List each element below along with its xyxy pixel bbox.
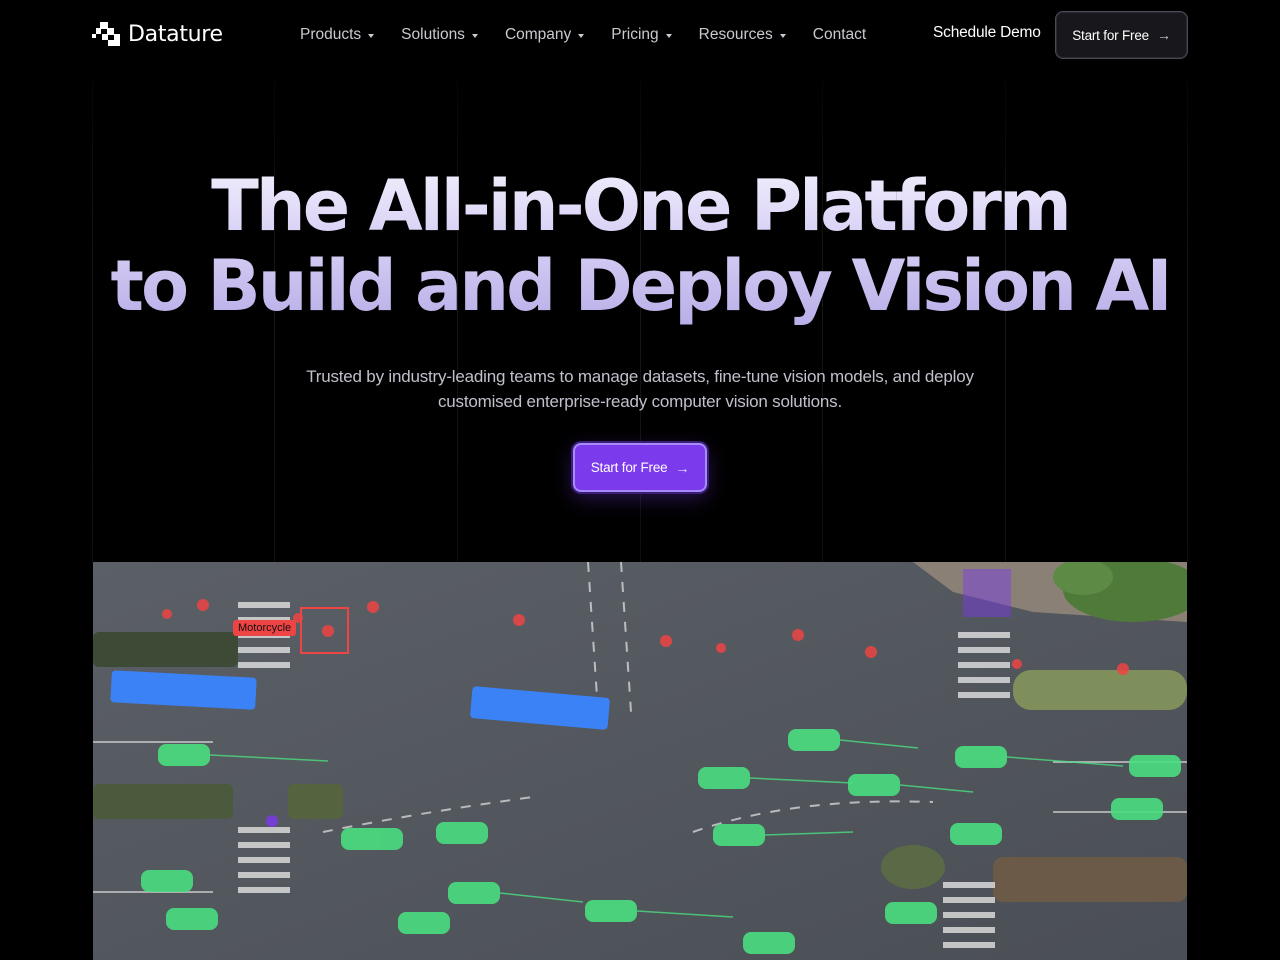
datature-logo-icon bbox=[92, 22, 120, 46]
button-label: Start for Free bbox=[1072, 27, 1149, 43]
menu-item-label: Company bbox=[504, 26, 572, 43]
hero-title-line: to Build and Deploy Vision AI bbox=[110, 245, 1170, 327]
top-navbar: Datature Products Solutions Company Pric… bbox=[0, 0, 1280, 70]
caret-down-icon bbox=[578, 33, 585, 38]
menu-item-label: Solutions bbox=[401, 26, 465, 43]
menu-item-label: Resources bbox=[698, 26, 773, 43]
menu-item-pricing[interactable]: Pricing bbox=[611, 24, 672, 46]
menu-item-products[interactable]: Products bbox=[300, 24, 375, 46]
schedule-demo-link[interactable]: Schedule Demo bbox=[933, 24, 1041, 42]
detection-label-motorcycle: Motorcycle bbox=[233, 620, 297, 636]
caret-down-icon bbox=[471, 33, 478, 38]
caret-down-icon bbox=[779, 33, 786, 38]
menu-item-resources[interactable]: Resources bbox=[699, 24, 786, 46]
arrow-right-icon: → bbox=[675, 459, 690, 476]
button-label: Start for Free bbox=[590, 460, 668, 475]
menu-item-label: Contact bbox=[812, 26, 867, 43]
menu-item-contact[interactable]: Contact bbox=[813, 24, 866, 46]
hero-title-line: The All-in-One Platform bbox=[211, 165, 1069, 247]
main-menu: Products Solutions Company Pricing Resou… bbox=[300, 24, 893, 46]
arrow-right-icon: → bbox=[1156, 27, 1171, 43]
hero-title: The All-in-One Platform to Build and Dep… bbox=[0, 166, 1280, 326]
brand-logo[interactable]: Datature bbox=[92, 20, 223, 48]
menu-item-label: Products bbox=[300, 26, 362, 43]
hero-subtitle: Trusted by industry-leading teams to man… bbox=[306, 367, 974, 411]
caret-down-icon bbox=[368, 33, 375, 38]
menu-item-company[interactable]: Company bbox=[504, 24, 585, 46]
caret-down-icon bbox=[665, 33, 672, 38]
brand-name: Datature bbox=[128, 21, 223, 47]
menu-item-label: Pricing bbox=[611, 26, 659, 43]
menu-item-solutions[interactable]: Solutions bbox=[401, 24, 478, 46]
start-for-free-hero-button[interactable]: Start for Free → bbox=[573, 443, 707, 492]
start-for-free-nav-button[interactable]: Start for Free → bbox=[1055, 11, 1188, 59]
